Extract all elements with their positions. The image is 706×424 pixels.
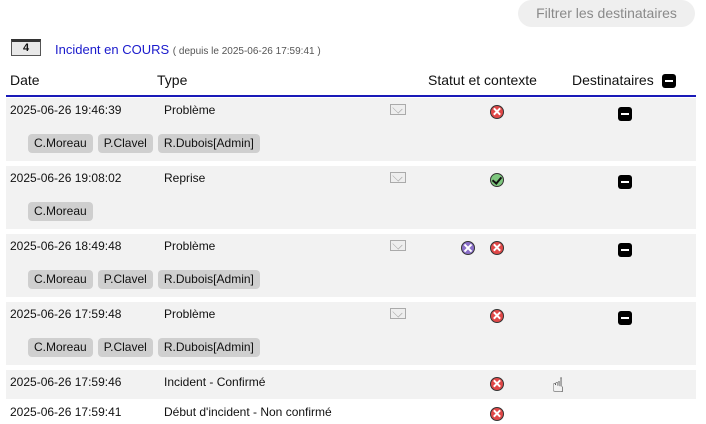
recipients-toggle[interactable] xyxy=(618,241,632,259)
row-type: Problème xyxy=(164,239,216,253)
row-type: Reprise xyxy=(164,171,206,185)
recipient-tag[interactable]: P.Clavel xyxy=(97,270,153,289)
recipient-tag[interactable]: R.Dubois[Admin] xyxy=(157,270,260,289)
incident-count: 4 xyxy=(11,39,41,56)
collapse-recipients-icon[interactable] xyxy=(618,174,632,189)
collapse-all-recipients-icon[interactable] xyxy=(661,74,676,89)
header-divider xyxy=(6,95,696,97)
collapse-recipients-icon[interactable] xyxy=(618,310,632,325)
table-row: 2025-06-26 19:08:02 Reprise C.Moreau xyxy=(6,166,696,229)
error-circle-icon xyxy=(490,407,504,421)
recipient-tag[interactable]: C.Moreau xyxy=(28,270,93,289)
recipients-toggle[interactable] xyxy=(618,173,632,191)
envelope-icon[interactable] xyxy=(390,308,406,319)
table-row: 2025-06-26 17:59:46 Incident - Confirmé xyxy=(6,370,696,399)
column-header-recipients-label: Destinataires xyxy=(572,72,654,88)
row-date: 2025-06-26 17:59:48 xyxy=(10,307,122,321)
recipients-toggle[interactable] xyxy=(618,309,632,327)
row-date: 2025-06-26 19:08:02 xyxy=(10,171,122,185)
recipient-tag[interactable]: R.Dubois[Admin] xyxy=(157,134,260,153)
collapse-recipients-icon[interactable] xyxy=(618,242,632,257)
column-header-date: Date xyxy=(10,72,40,88)
recipient-tags: C.Moreau xyxy=(28,202,93,221)
recipient-tag[interactable]: C.Moreau xyxy=(28,338,93,357)
table-row: 2025-06-26 18:49:48 Problème C.Moreau P.Cla… xyxy=(6,234,696,297)
table-row: 2025-06-26 17:59:48 Problème C.Moreau P.Cla… xyxy=(6,302,696,365)
mouse-cursor-icon: ☝ xyxy=(552,375,565,397)
envelope-icon[interactable] xyxy=(390,240,406,251)
recipient-tag[interactable]: C.Moreau xyxy=(28,134,93,153)
row-type: Incident - Confirmé xyxy=(164,375,266,389)
incident-count-envelope-icon: 4 xyxy=(11,37,43,57)
table-row: 2025-06-26 19:46:39 Problème C.Moreau P.Cla… xyxy=(6,98,696,161)
envelope-icon[interactable] xyxy=(390,172,406,183)
incident-title[interactable]: Incident en COURS ( depuis le 2025-06-26… xyxy=(55,42,321,57)
recipient-tag[interactable]: R.Dubois[Admin] xyxy=(157,338,260,357)
row-type: Problème xyxy=(164,103,216,117)
recipient-tags: C.Moreau P.Clavel R.Dubois[Admin] xyxy=(28,270,260,289)
tools-icon xyxy=(461,241,475,255)
error-circle-icon xyxy=(490,309,504,323)
column-header-status: Statut et contexte xyxy=(428,72,537,88)
row-date: 2025-06-26 17:59:41 xyxy=(10,405,122,419)
recipient-tag[interactable]: P.Clavel xyxy=(97,338,153,357)
recipient-tags: C.Moreau P.Clavel R.Dubois[Admin] xyxy=(28,134,260,153)
recipient-tag[interactable]: P.Clavel xyxy=(97,134,153,153)
error-circle-icon xyxy=(490,377,504,391)
row-type: Début d'incident - Non confirmé xyxy=(164,405,332,419)
row-type: Problème xyxy=(164,307,216,321)
incident-title-label[interactable]: Incident en COURS xyxy=(55,42,169,57)
row-date: 2025-06-26 17:59:46 xyxy=(10,375,122,389)
collapse-recipients-icon[interactable] xyxy=(618,106,632,121)
envelope-icon[interactable] xyxy=(390,104,406,115)
row-date: 2025-06-26 19:46:39 xyxy=(10,103,122,117)
recipient-tags: C.Moreau P.Clavel R.Dubois[Admin] xyxy=(28,338,260,357)
recipient-tag[interactable]: C.Moreau xyxy=(28,202,93,221)
table-row: 2025-06-26 17:59:41 Début d'incident - No… xyxy=(6,400,696,424)
column-header-recipients: Destinataires xyxy=(572,72,676,89)
incident-since: ( depuis le 2025-06-26 17:59:41 ) xyxy=(172,46,321,57)
error-circle-icon xyxy=(490,241,504,255)
recipients-toggle[interactable] xyxy=(618,105,632,123)
row-date: 2025-06-26 18:49:48 xyxy=(10,239,122,253)
error-circle-icon xyxy=(490,105,504,119)
check-circle-icon xyxy=(490,173,504,187)
filter-recipients-button[interactable]: Filtrer les destinataires xyxy=(518,0,695,27)
column-header-type: Type xyxy=(157,72,188,88)
